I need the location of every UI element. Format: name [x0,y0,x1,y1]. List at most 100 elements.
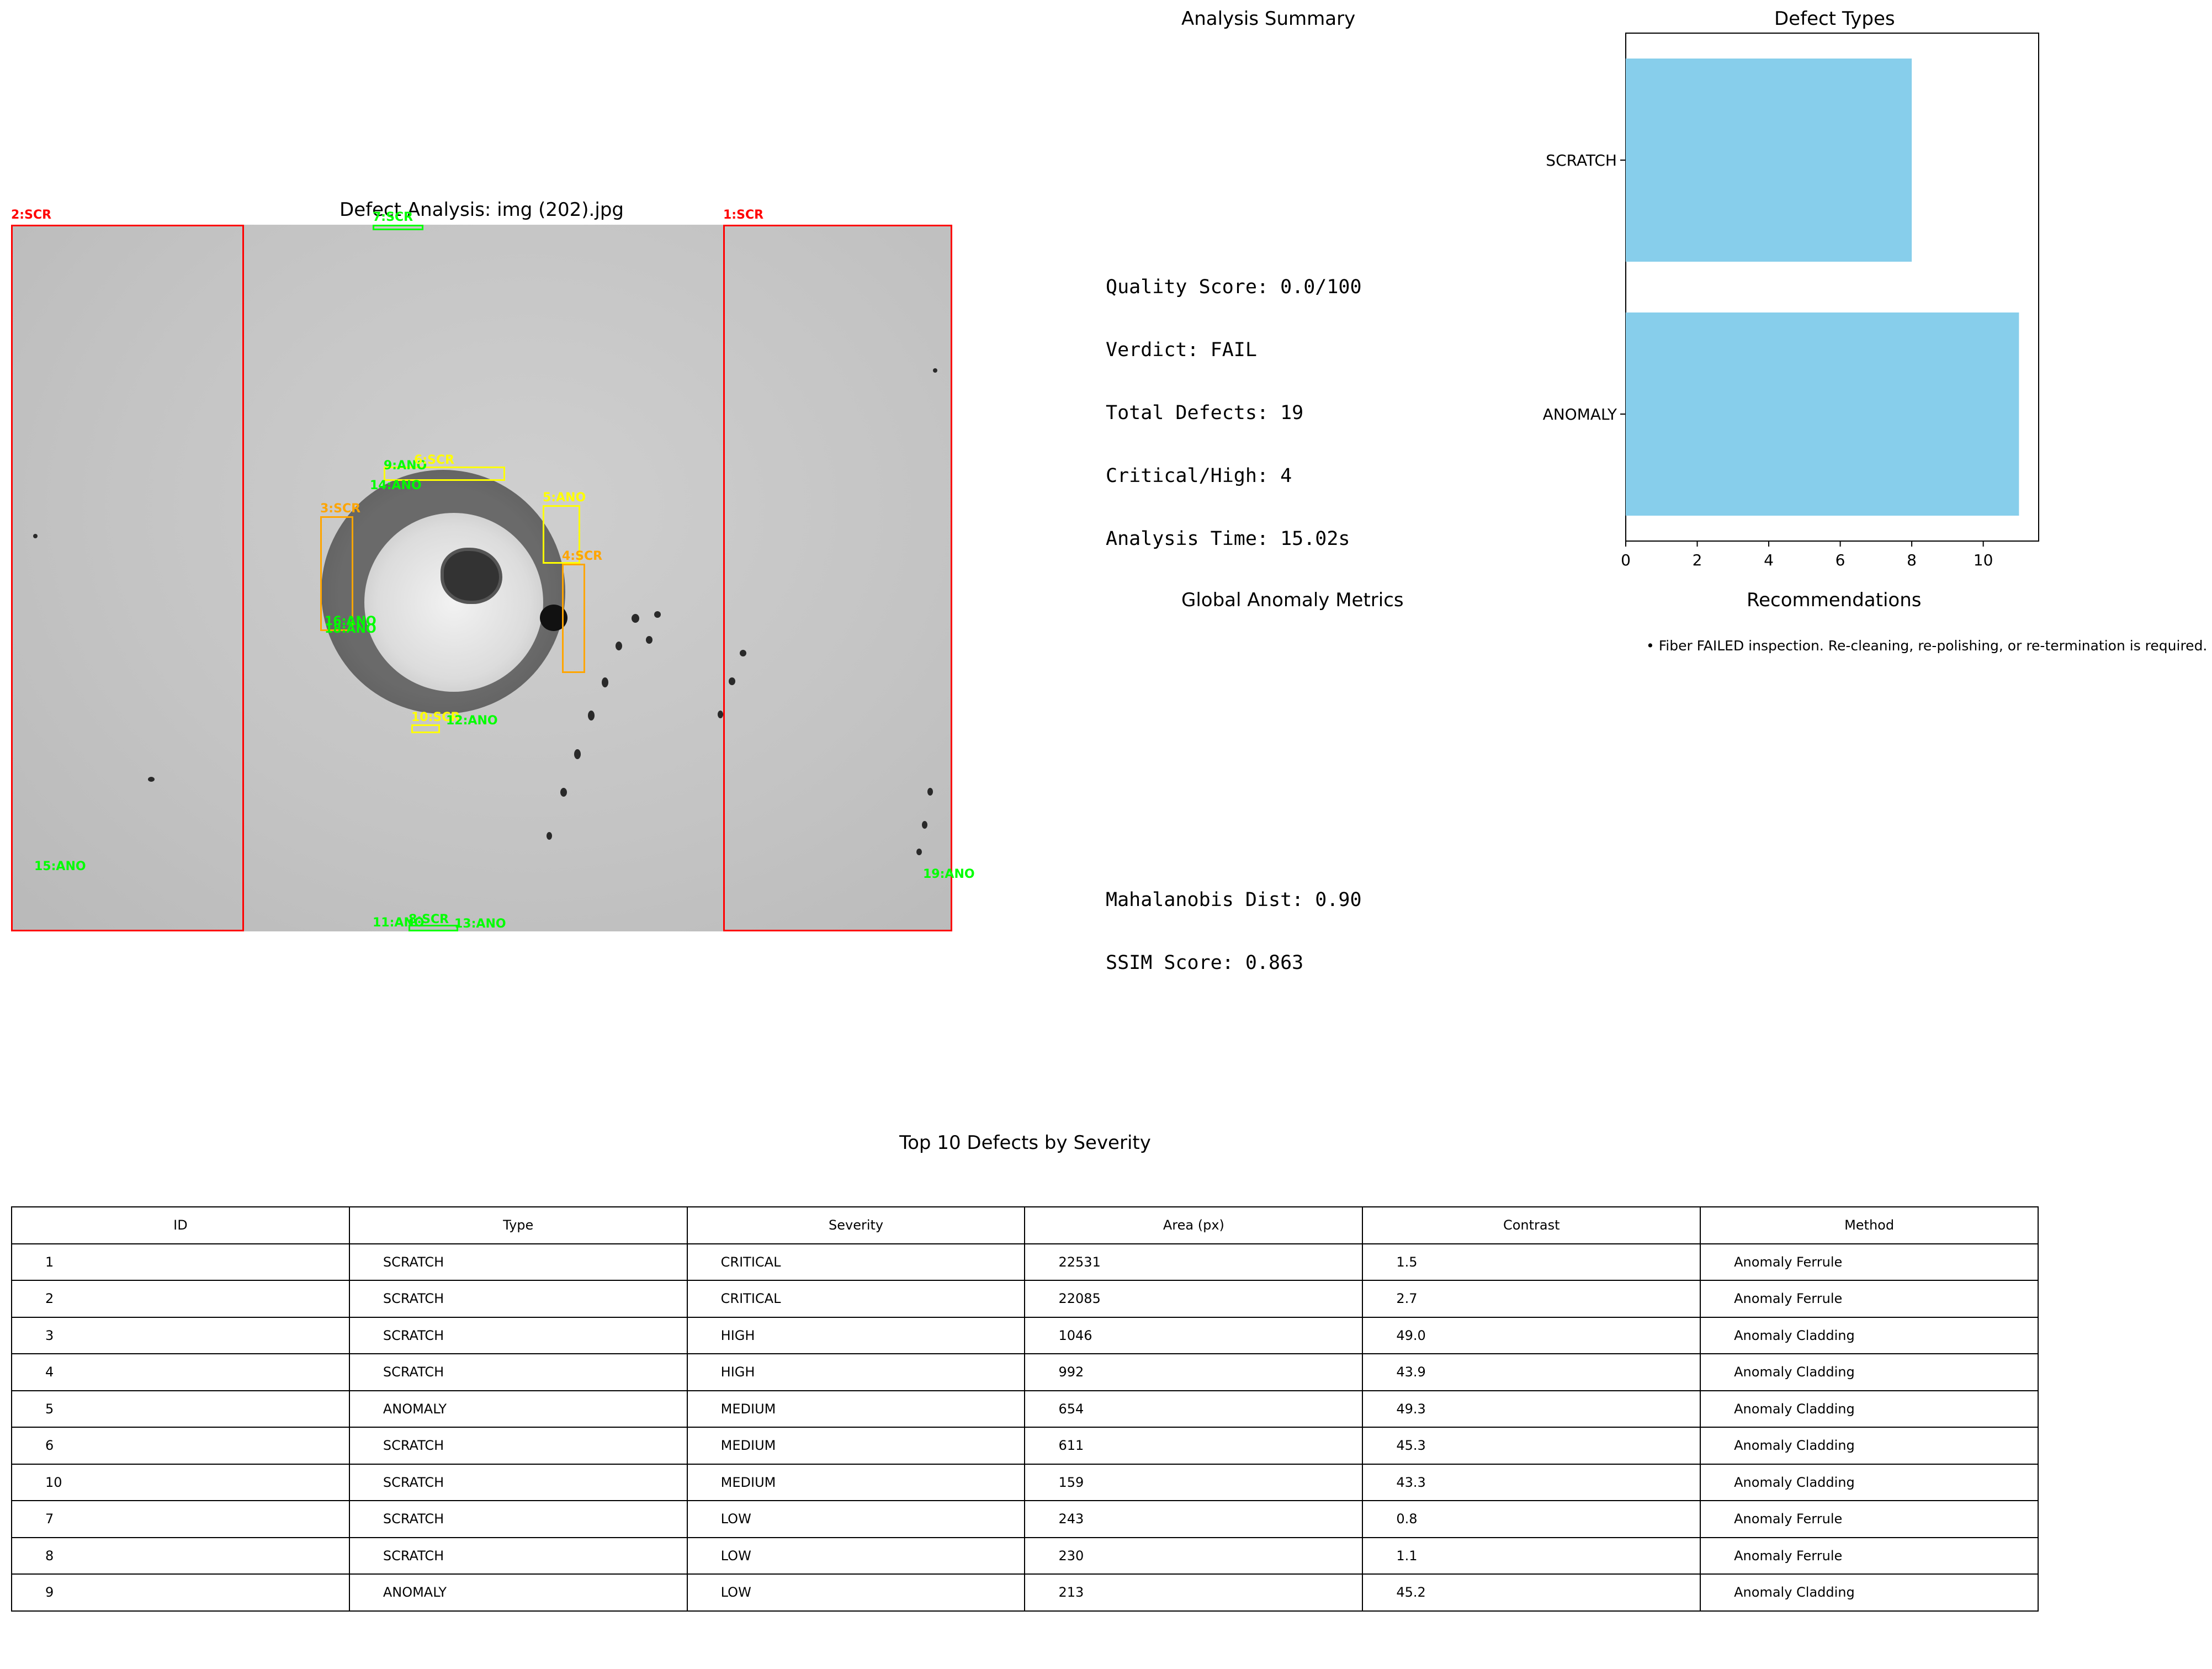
x-tick-label: 4 [1764,551,1774,569]
table-row: 3 SCRATCH HIGH 1046 49.0 Anomaly Cladding [11,1316,2039,1354]
table-cell: 230 [1024,1536,1364,1575]
table-cell: SCRATCH [348,1500,688,1538]
table-cell: 10 [11,1463,350,1501]
debris-particle [441,548,502,604]
column-header: ID [11,1206,350,1244]
table-cell: CRITICAL [686,1280,1026,1318]
table-cell: 45.2 [1362,1573,1701,1612]
image-panel-title: Defect Analysis: img (202).jpg [340,199,624,221]
summary-line-time: Analysis Time: 15.02s [1106,528,1350,550]
metrics-title: Global Anomaly Metrics [1181,589,1404,611]
column-header: Severity [686,1206,1026,1244]
table-cell: 2 [11,1280,350,1318]
speck [632,614,639,623]
defect-label: 18:ANO [325,622,376,636]
metrics-line-mahalanobis: Mahalanobis Dist: 0.90 [1106,889,1362,911]
table-cell: 9 [11,1573,350,1612]
table-cell: 1.5 [1362,1243,1701,1281]
table-cell: Anomaly Cladding [1700,1427,2039,1465]
table-cell: 213 [1024,1573,1364,1612]
table-row: 8 SCRATCH LOW 230 1.1 Anomaly Ferrule [11,1536,2039,1575]
table-cell: SCRATCH [348,1463,688,1501]
column-header: Area (px) [1024,1206,1364,1244]
table-cell: 992 [1024,1353,1364,1391]
defect-label: 7:SCR [373,210,413,224]
table-cell: Anomaly Ferrule [1700,1536,2039,1575]
table-cell: 654 [1024,1390,1364,1428]
defects-table: ID Type Severity Area (px) Contrast Meth… [11,1206,2039,1612]
table-cell: 43.3 [1362,1463,1701,1501]
bar-scratch [1626,59,1912,262]
table-cell: LOW [686,1573,1026,1612]
speck [646,636,653,644]
summary-title: Analysis Summary [1181,8,1356,30]
table-cell: MEDIUM [686,1390,1026,1428]
table-cell: SCRATCH [348,1280,688,1318]
metrics-line-ssim: SSIM Score: 0.863 [1106,952,1304,974]
x-tick-label: 2 [1693,551,1702,569]
table-cell: MEDIUM [686,1463,1026,1501]
defect-box-4 [562,564,585,673]
table-cell: ANOMALY [348,1573,688,1612]
speck [588,711,595,720]
defect-label: 8:SCR [409,913,449,926]
defect-label: 3:SCR [320,502,361,516]
table-cell: Anomaly Cladding [1700,1573,2039,1612]
table-cell: 243 [1024,1500,1364,1538]
summary-line-critical: Critical/High: 4 [1106,465,1292,487]
table-cell: ANOMALY [348,1390,688,1428]
table-cell: 45.3 [1362,1427,1701,1465]
column-header: Type [348,1206,688,1244]
table-cell: MEDIUM [686,1427,1026,1465]
metrics-text: Mahalanobis Dist: 0.90 SSIM Score: 0.863 [1106,847,1362,994]
table-cell: Anomaly Cladding [1700,1390,2039,1428]
defect-types-chart: ANOMALY SCRATCH 0 2 4 6 8 10 [1543,33,2039,569]
table-row: 9 ANOMALY LOW 213 45.2 Anomaly Cladding [11,1573,2039,1612]
table-cell: 6 [11,1427,350,1465]
summary-line-total: Total Defects: 19 [1106,402,1304,424]
bar-anomaly [1626,312,2019,516]
speck [718,711,723,718]
table-cell: 22085 [1024,1280,1364,1318]
defect-box-3 [320,516,353,631]
defect-label: 5:ANO [543,491,586,505]
table-cell: 1.1 [1362,1536,1701,1575]
speck [574,749,581,759]
table-cell: SCRATCH [348,1536,688,1575]
table-title: Top 10 Defects by Severity [899,1132,1151,1154]
table-cell: 0.8 [1362,1500,1701,1538]
x-tick-label: 6 [1836,551,1845,569]
table-cell: LOW [686,1500,1026,1538]
speck [654,611,661,618]
table-cell: HIGH [686,1353,1026,1391]
defect-label: 4:SCR [562,549,603,563]
table-header-row: ID Type Severity Area (px) Contrast Meth… [11,1206,2039,1244]
table-cell: Anomaly Ferrule [1700,1500,2039,1538]
summary-line-verdict: Verdict: FAIL [1106,339,1257,361]
summary-text: Quality Score: 0.0/100 Verdict: FAIL Tot… [1106,235,1362,570]
table-cell: SCRATCH [348,1427,688,1465]
column-header: Method [1700,1206,2039,1244]
y-tick-label: SCRATCH [1546,151,1617,169]
table-cell: 1046 [1024,1316,1364,1354]
table-cell: SCRATCH [348,1353,688,1391]
table-cell: 3 [11,1316,350,1354]
table-row: 7 SCRATCH LOW 243 0.8 Anomaly Ferrule [11,1500,2039,1538]
defect-label: 19:ANO [923,867,975,881]
y-tick-label: ANOMALY [1543,405,1617,423]
x-tick-label: 10 [1974,551,1993,569]
defect-box-1 [723,225,952,931]
table-cell: Anomaly Cladding [1700,1353,2039,1391]
table-row: 1 SCRATCH CRITICAL 22531 1.5 Anomaly Ferrule [11,1243,2039,1281]
table-cell: Anomaly Ferrule [1700,1280,2039,1318]
table-cell: 611 [1024,1427,1364,1465]
defect-box-10 [411,724,440,733]
table-cell: 8 [11,1536,350,1575]
x-tick-label: 0 [1621,551,1631,569]
table-cell: 4 [11,1353,350,1391]
defect-label: 2:SCR [11,208,52,222]
summary-line-quality: Quality Score: 0.0/100 [1106,276,1362,298]
table-row: 2 SCRATCH CRITICAL 22085 2.7 Anomaly Ferrule [11,1280,2039,1318]
fiber-endface-image: 2:SCR 1:SCR 7:SCR 9:ANO 6:SCR 14:ANO 3:S… [11,208,975,931]
table-cell: 1 [11,1243,350,1281]
